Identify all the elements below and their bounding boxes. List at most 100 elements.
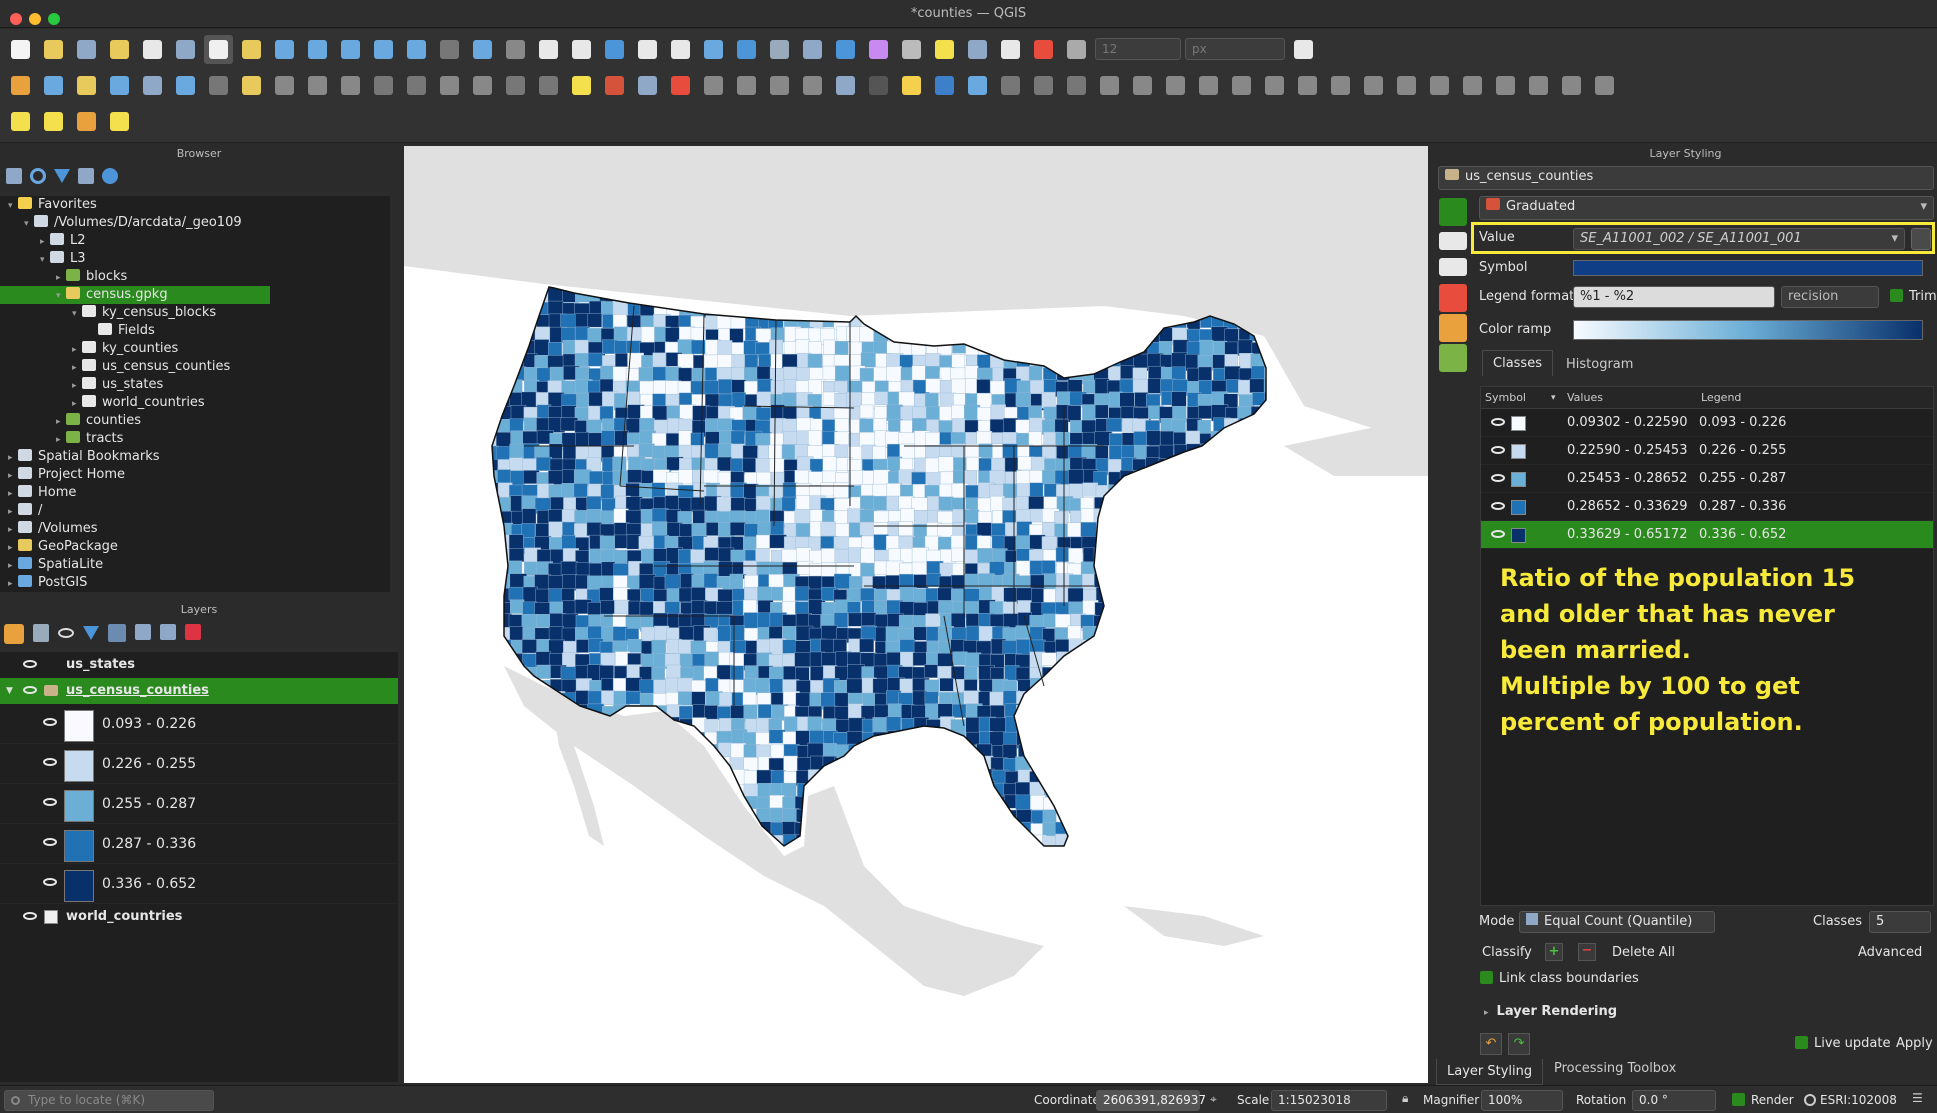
county-polygon[interactable]	[1238, 600, 1254, 615]
county-polygon[interactable]	[1158, 574, 1175, 592]
county-polygon[interactable]	[834, 418, 850, 433]
county-polygon[interactable]	[1249, 602, 1265, 619]
county-polygon[interactable]	[1132, 781, 1148, 796]
county-polygon[interactable]	[1160, 757, 1177, 771]
county-polygon[interactable]	[730, 430, 745, 446]
county-polygon[interactable]	[1250, 810, 1268, 826]
county-polygon[interactable]	[536, 862, 552, 877]
county-polygon[interactable]	[1158, 561, 1174, 577]
county-polygon[interactable]	[1120, 665, 1137, 683]
county-polygon[interactable]	[1264, 848, 1280, 863]
3d-view-tab-icon[interactable]	[1439, 284, 1467, 312]
county-polygon[interactable]	[640, 808, 657, 824]
county-polygon[interactable]	[914, 758, 929, 773]
county-polygon[interactable]	[509, 860, 524, 875]
county-polygon[interactable]	[901, 770, 918, 788]
toolbar-tool-icon[interactable]	[270, 35, 299, 64]
county-polygon[interactable]	[483, 781, 499, 799]
county-polygon[interactable]	[625, 677, 642, 692]
county-polygon[interactable]	[1278, 589, 1294, 605]
county-polygon[interactable]	[1146, 731, 1161, 747]
county-polygon[interactable]	[1263, 717, 1278, 731]
county-polygon[interactable]	[1171, 821, 1188, 839]
county-polygon[interactable]	[626, 327, 643, 342]
toolbar-tool-icon[interactable]	[6, 71, 35, 100]
layer-world-countries[interactable]: world_countries	[0, 904, 398, 930]
county-polygon[interactable]	[1108, 680, 1126, 697]
symbol-preview-button[interactable]	[1573, 260, 1923, 276]
county-polygon[interactable]	[1133, 847, 1149, 864]
county-polygon[interactable]	[1057, 352, 1072, 368]
county-polygon[interactable]	[1030, 508, 1045, 523]
county-polygon[interactable]	[925, 378, 942, 393]
county-polygon[interactable]	[1082, 756, 1097, 774]
county-polygon[interactable]	[1069, 847, 1084, 863]
county-polygon[interactable]	[678, 314, 693, 329]
county-polygon[interactable]	[874, 847, 888, 861]
county-polygon[interactable]	[510, 744, 528, 759]
county-polygon[interactable]	[509, 796, 525, 812]
county-polygon[interactable]	[937, 782, 952, 799]
county-polygon[interactable]	[496, 718, 513, 736]
county-polygon[interactable]	[1186, 653, 1202, 669]
county-polygon[interactable]	[990, 404, 1006, 421]
toolbar-tool-icon[interactable]	[237, 35, 266, 64]
toolbar-tool-icon[interactable]	[831, 35, 860, 64]
county-polygon[interactable]	[1094, 835, 1110, 851]
county-polygon[interactable]	[1147, 537, 1164, 554]
county-polygon[interactable]	[483, 314, 498, 332]
county-polygon[interactable]	[743, 704, 758, 721]
county-polygon[interactable]	[912, 862, 926, 875]
county-polygon[interactable]	[561, 821, 579, 836]
county-polygon[interactable]	[794, 586, 810, 601]
county-polygon[interactable]	[899, 821, 914, 836]
county-polygon[interactable]	[963, 690, 981, 705]
county-polygon[interactable]	[1056, 678, 1073, 694]
county-polygon[interactable]	[911, 340, 926, 356]
county-polygon[interactable]	[576, 392, 591, 408]
county-polygon[interactable]	[1057, 849, 1073, 863]
county-polygon[interactable]	[1080, 316, 1095, 332]
county-polygon[interactable]	[1210, 835, 1226, 851]
county-polygon[interactable]	[1082, 679, 1098, 694]
county-polygon[interactable]	[1198, 458, 1215, 475]
county-polygon[interactable]	[900, 808, 916, 825]
county-polygon[interactable]	[937, 822, 953, 839]
toolbar-tool-icon[interactable]	[105, 35, 134, 64]
county-polygon[interactable]	[809, 418, 825, 433]
county-polygon[interactable]	[873, 809, 888, 824]
county-polygon[interactable]	[1082, 705, 1100, 722]
county-polygon[interactable]	[717, 340, 733, 357]
county-polygon[interactable]	[1173, 768, 1191, 785]
county-polygon[interactable]	[1132, 704, 1149, 720]
county-polygon[interactable]	[1119, 521, 1136, 538]
county-polygon[interactable]	[860, 625, 877, 641]
county-polygon[interactable]	[1109, 509, 1124, 524]
county-polygon[interactable]	[693, 848, 710, 865]
county-polygon[interactable]	[1108, 692, 1123, 708]
county-polygon[interactable]	[834, 782, 852, 797]
county-polygon[interactable]	[664, 495, 679, 511]
county-polygon[interactable]	[576, 847, 590, 860]
county-polygon[interactable]	[587, 313, 602, 328]
checkbox-icon[interactable]	[1890, 289, 1903, 302]
county-polygon[interactable]	[1145, 783, 1163, 800]
toolbar-tool-icon[interactable]	[1260, 71, 1289, 100]
collapse-all-icon[interactable]	[78, 168, 94, 184]
county-polygon[interactable]	[1108, 781, 1126, 798]
county-polygon[interactable]	[497, 770, 513, 788]
county-polygon[interactable]	[1173, 677, 1191, 694]
county-polygon[interactable]	[848, 743, 865, 762]
county-polygon[interactable]	[1146, 847, 1161, 860]
county-polygon[interactable]	[549, 860, 564, 874]
county-polygon[interactable]	[1067, 587, 1084, 604]
county-polygon[interactable]	[1133, 469, 1148, 487]
county-polygon[interactable]	[484, 562, 500, 580]
county-polygon[interactable]	[1237, 743, 1255, 759]
county-polygon[interactable]	[562, 849, 578, 865]
toolbar-tool-icon[interactable]	[732, 35, 761, 64]
county-polygon[interactable]	[625, 483, 642, 498]
county-polygon[interactable]	[835, 719, 850, 733]
county-polygon[interactable]	[743, 612, 760, 630]
county-polygon[interactable]	[1199, 809, 1215, 824]
